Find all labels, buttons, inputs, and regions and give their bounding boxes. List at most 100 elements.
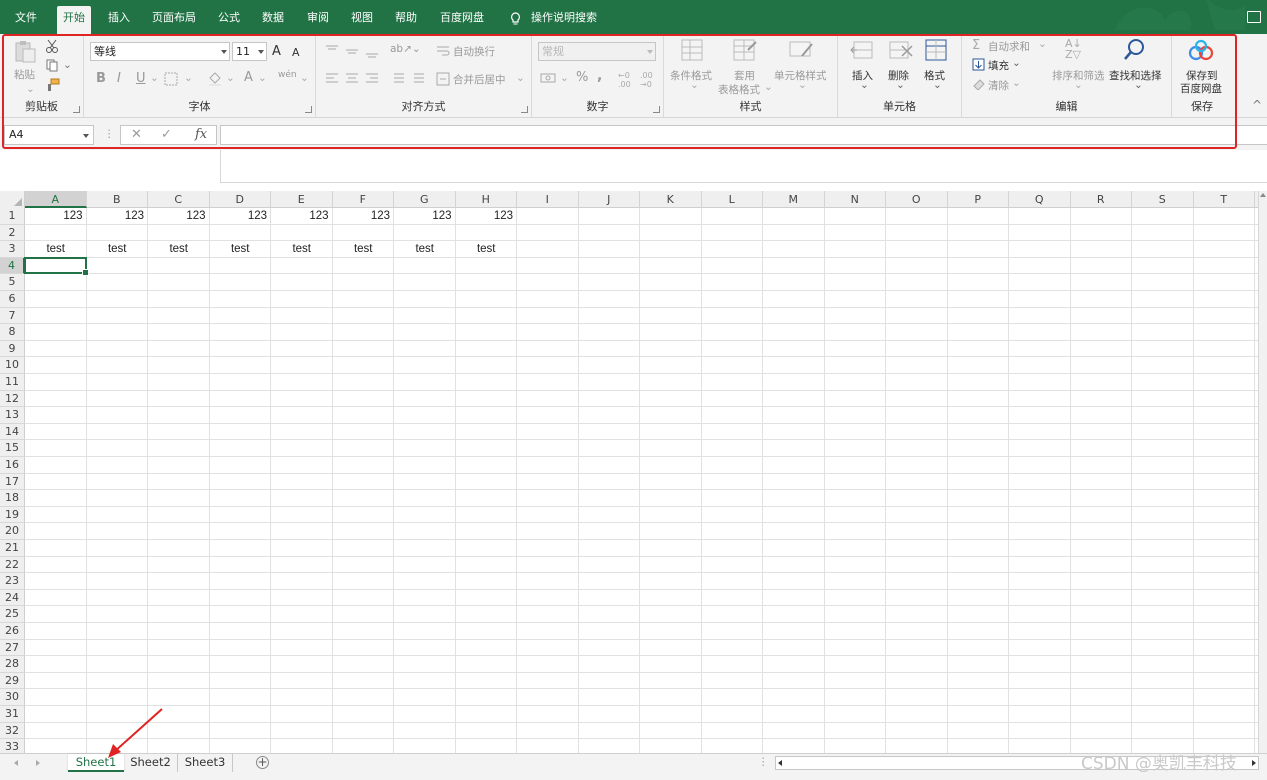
- save-baidu-line2[interactable]: 百度网盘: [1180, 81, 1222, 96]
- row-header-26[interactable]: 26: [0, 623, 25, 640]
- column-header-b[interactable]: B: [87, 191, 148, 208]
- cell-styles-dropdown-icon[interactable]: ⌄: [798, 79, 807, 91]
- sort-filter-icon[interactable]: A↓ Z▽: [1065, 38, 1082, 60]
- column-header-k[interactable]: K: [640, 191, 702, 208]
- indent-icons[interactable]: [388, 72, 428, 86]
- row-header-14[interactable]: 14: [0, 423, 25, 441]
- clipboard-launcher-icon[interactable]: [73, 106, 80, 113]
- merge-center-button[interactable]: 合并后居中: [453, 72, 506, 87]
- row-header-29[interactable]: 29: [0, 672, 25, 690]
- delete-dropdown-icon[interactable]: ⌄: [896, 79, 905, 91]
- row-header-21[interactable]: 21: [0, 540, 25, 557]
- scroll-right-icon[interactable]: [1252, 760, 1256, 766]
- add-sheet-button[interactable]: +: [256, 756, 269, 769]
- wrap-text-icon[interactable]: [436, 45, 450, 57]
- row-header-16[interactable]: 16: [0, 457, 25, 474]
- cell-h3[interactable]: test: [456, 241, 518, 257]
- fill-button[interactable]: 填充: [988, 58, 1009, 73]
- sheet-tab-sheet2[interactable]: Sheet2: [124, 754, 178, 772]
- number-format-select[interactable]: 常规: [538, 42, 656, 61]
- cell-d3[interactable]: test: [210, 241, 272, 257]
- clear-eraser-icon[interactable]: [972, 78, 986, 90]
- tab-file[interactable]: 文件: [9, 6, 43, 34]
- paste-icon[interactable]: [12, 40, 38, 64]
- tab-split-handle-icon[interactable]: ⋮: [758, 756, 769, 768]
- row-header-25[interactable]: 25: [0, 606, 25, 623]
- font-color-dropdown-icon[interactable]: ⌄: [258, 72, 267, 84]
- grow-font-icon[interactable]: A: [272, 44, 281, 59]
- font-size-select[interactable]: 11: [232, 42, 267, 61]
- italic-button[interactable]: I: [117, 71, 121, 86]
- decrease-decimal-icon[interactable]: .00 →0: [640, 71, 653, 89]
- row-header-5[interactable]: 5: [0, 274, 25, 291]
- column-header-t[interactable]: T: [1194, 191, 1255, 208]
- alignment-launcher-icon[interactable]: [521, 106, 528, 113]
- column-header-i[interactable]: I: [517, 191, 579, 208]
- sheet-tab-sheet3[interactable]: Sheet3: [178, 754, 233, 772]
- cell-b1[interactable]: 123: [87, 208, 149, 224]
- row-header-27[interactable]: 27: [0, 639, 25, 657]
- column-header-d[interactable]: D: [210, 191, 271, 208]
- conditional-dropdown-icon[interactable]: ⌄: [690, 79, 699, 91]
- row-header-22[interactable]: 22: [0, 556, 25, 574]
- tab-review[interactable]: 审阅: [301, 6, 335, 34]
- merge-center-icon[interactable]: [436, 72, 450, 86]
- row-header-8[interactable]: 8: [0, 324, 25, 341]
- row-header-13[interactable]: 13: [0, 407, 25, 424]
- cell-g3[interactable]: test: [394, 241, 456, 257]
- row-header-28[interactable]: 28: [0, 656, 25, 673]
- underline-dropdown-icon[interactable]: ⌄: [150, 72, 159, 84]
- tab-insert[interactable]: 插入: [102, 6, 136, 34]
- format-painter-icon[interactable]: [45, 78, 60, 92]
- tab-home[interactable]: 开始: [57, 6, 91, 34]
- column-header-j[interactable]: J: [579, 191, 640, 208]
- delete-cells-icon[interactable]: [888, 38, 914, 62]
- shrink-font-icon[interactable]: A: [292, 46, 300, 59]
- formula-input-expanded[interactable]: [220, 150, 1267, 183]
- conditional-formatting-icon[interactable]: [680, 38, 706, 62]
- format-cells-icon[interactable]: [924, 38, 950, 62]
- tab-data[interactable]: 数据: [256, 6, 290, 34]
- collapse-ribbon-icon[interactable]: ^: [1252, 98, 1262, 112]
- comment-icon[interactable]: [1247, 11, 1261, 23]
- row-header-6[interactable]: 6: [0, 291, 25, 308]
- column-header-g[interactable]: G: [394, 191, 456, 208]
- cell-f3[interactable]: test: [333, 241, 395, 257]
- cell-d1[interactable]: 123: [210, 208, 272, 224]
- autosum-icon[interactable]: Σ: [972, 38, 980, 53]
- column-header-o[interactable]: O: [886, 191, 948, 208]
- cell-a1[interactable]: 123: [25, 208, 87, 224]
- column-header-e[interactable]: E: [271, 191, 333, 208]
- row-header-12[interactable]: 12: [0, 390, 25, 408]
- row-header-31[interactable]: 31: [0, 706, 25, 723]
- underline-button[interactable]: U: [136, 71, 146, 86]
- cell-c1[interactable]: 123: [148, 208, 210, 224]
- column-header-a[interactable]: A: [25, 191, 87, 208]
- autosum-dropdown-icon[interactable]: ⌄: [1038, 38, 1047, 50]
- clear-dropdown-icon[interactable]: ⌄: [1012, 77, 1021, 89]
- font-launcher-icon[interactable]: [305, 106, 312, 113]
- fill-color-icon[interactable]: [207, 70, 223, 86]
- horizontal-align-icons[interactable]: [324, 72, 386, 86]
- cell-e3[interactable]: test: [271, 241, 333, 257]
- borders-dropdown-icon[interactable]: ⌄: [184, 72, 193, 84]
- wrap-text-button[interactable]: 自动换行: [453, 44, 495, 59]
- paste-button[interactable]: 粘贴: [14, 67, 35, 82]
- vertical-scrollbar[interactable]: [1258, 191, 1267, 755]
- column-header-s[interactable]: S: [1132, 191, 1194, 208]
- copy-icon[interactable]: [45, 58, 59, 72]
- column-header-m[interactable]: M: [763, 191, 825, 208]
- select-all-corner[interactable]: [0, 191, 25, 208]
- cell-e1[interactable]: 123: [271, 208, 333, 224]
- column-header-p[interactable]: P: [948, 191, 1009, 208]
- row-header-1[interactable]: 1: [0, 208, 25, 225]
- row-header-11[interactable]: 11: [0, 374, 25, 391]
- tab-formulas[interactable]: 公式: [212, 6, 246, 34]
- row-header-4[interactable]: 4: [0, 257, 25, 275]
- insert-dropdown-icon[interactable]: ⌄: [860, 79, 869, 91]
- row-header-9[interactable]: 9: [0, 340, 25, 358]
- row-header-19[interactable]: 19: [0, 506, 25, 524]
- find-select-icon[interactable]: [1122, 38, 1148, 62]
- row-header-15[interactable]: 15: [0, 440, 25, 457]
- comma-button[interactable]: ,: [597, 68, 602, 84]
